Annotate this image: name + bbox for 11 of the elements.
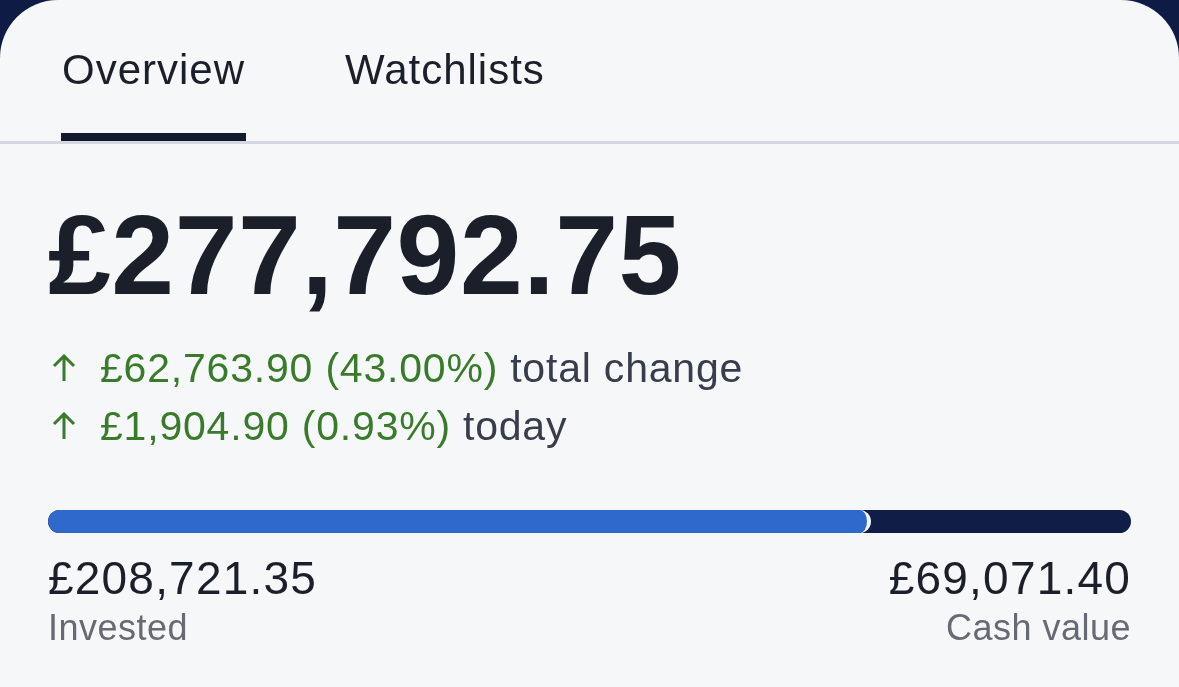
- amount-value: £69,071.40: [888, 551, 1131, 605]
- amount-value: £208,721.35: [48, 551, 317, 605]
- change-amount: £1,904.90 (0.93%): [100, 402, 451, 451]
- total-value: £277,792.75: [48, 199, 683, 311]
- amount-label: Cash value: [945, 607, 1131, 648]
- change-amount: £62,763.90 (43.00%): [100, 344, 499, 393]
- tab[interactable]: Watchlists: [344, 45, 546, 141]
- amount-label: Invested: [48, 607, 189, 648]
- change-label: total change: [510, 344, 744, 393]
- tab[interactable]: Overview: [61, 45, 247, 141]
- change-label: today: [462, 402, 568, 451]
